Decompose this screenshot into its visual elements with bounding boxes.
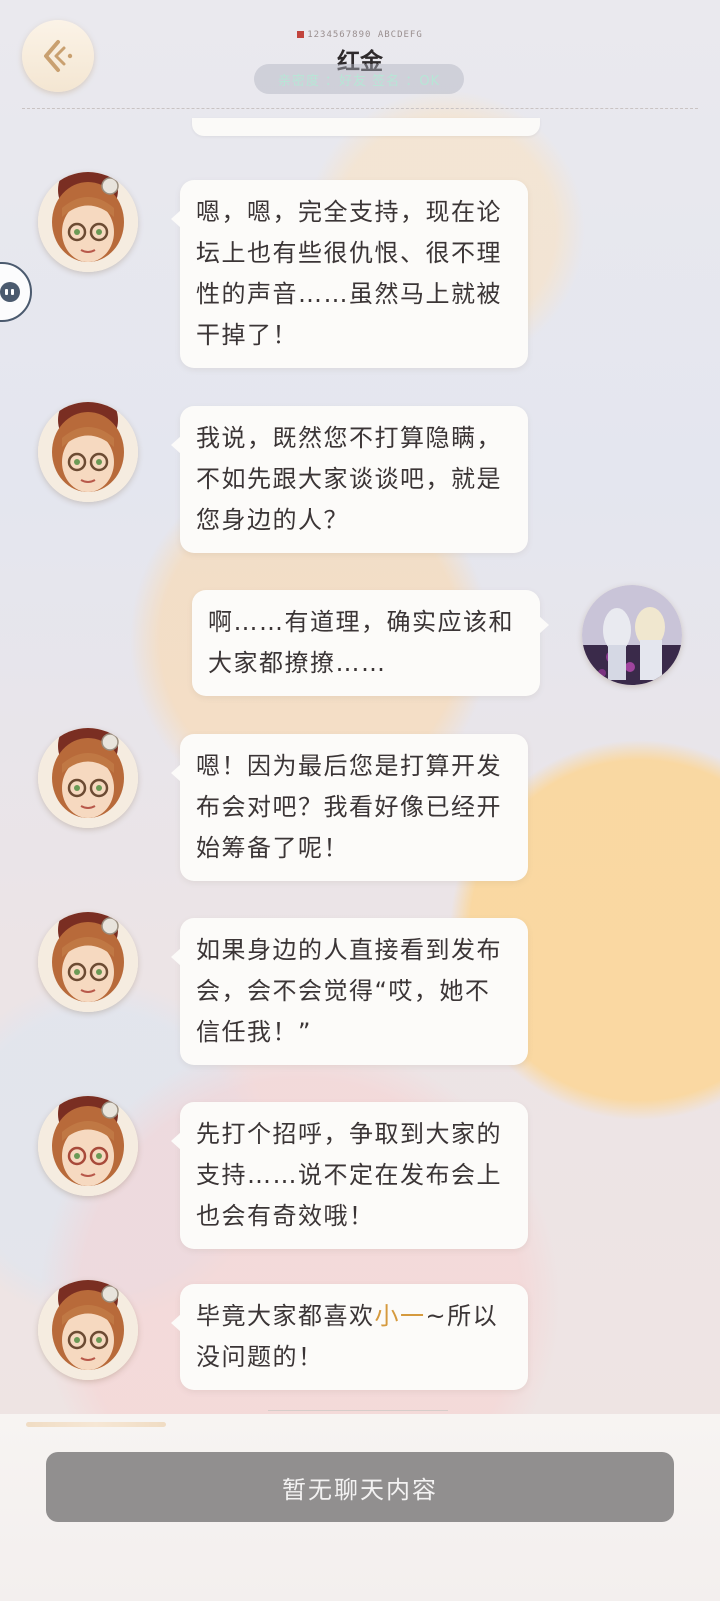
chat-end-divider <box>268 1410 448 1411</box>
contact-avatar[interactable] <box>38 912 138 1012</box>
girl-with-glasses-avatar <box>38 402 138 502</box>
message-bubble: 先打个招呼，争取到大家的支持……说不定在发布会上也会有奇效哦！ <box>171 1102 528 1249</box>
bottom-decoration <box>26 1422 166 1427</box>
girl-with-glasses-avatar <box>38 728 138 828</box>
girl-with-glasses-avatar <box>38 1280 138 1380</box>
title-decoration: 1234567890 ABCDEFG <box>0 30 720 42</box>
message-text: 先打个招呼，争取到大家的支持……说不定在发布会上也会有奇效哦！ <box>196 1120 502 1230</box>
message-text: 嗯！因为最后您是打算开发布会对吧？我看好像已经开始筹备了呢！ <box>196 752 502 862</box>
contact-avatar[interactable] <box>38 402 138 502</box>
contact-avatar[interactable] <box>38 728 138 828</box>
float-menu-icon <box>0 282 20 302</box>
previous-message-bubble <box>192 118 540 136</box>
contact-status: 亲密度 ：好友 签名 ：OK <box>254 64 464 94</box>
highlighted-name: 小一 <box>374 1302 426 1330</box>
message-bubble: 嗯！因为最后您是打算开发布会对吧？我看好像已经开始筹备了呢！ <box>171 734 528 881</box>
message-text: 我说，既然您不打算隐瞒，不如先跟大家谈谈吧，就是您身边的人？ <box>196 424 502 534</box>
chat-input-bar[interactable]: 暂无聊天内容 <box>46 1452 674 1522</box>
bottom-panel: 暂无聊天内容 <box>0 1414 720 1601</box>
message-text: 如果身边的人直接看到发布会，会不会觉得“哎，她不信任我！” <box>196 936 502 1046</box>
contact-avatar[interactable] <box>38 1096 138 1196</box>
message-text: 嗯，嗯，完全支持，现在论坛上也有些很仇恨、很不理性的声音……虽然马上就被干掉了！ <box>196 198 502 349</box>
player-avatar-icon <box>582 585 682 685</box>
girl-with-glasses-avatar <box>38 912 138 1012</box>
message-text-part: 毕竟大家都喜欢 <box>196 1302 375 1330</box>
contact-avatar[interactable] <box>38 1280 138 1380</box>
header-divider <box>22 108 698 109</box>
message-bubble: 如果身边的人直接看到发布会，会不会觉得“哎，她不信任我！” <box>171 918 528 1065</box>
message-bubble: 我说，既然您不打算隐瞒，不如先跟大家谈谈吧，就是您身边的人？ <box>171 406 528 553</box>
floating-menu-handle[interactable] <box>0 262 32 322</box>
message-bubble: 嗯，嗯，完全支持，现在论坛上也有些很仇恨、很不理性的声音……虽然马上就被干掉了！ <box>171 180 528 368</box>
girl-with-glasses-avatar <box>38 172 138 272</box>
girl-with-glasses-avatar <box>38 1096 138 1196</box>
contact-avatar[interactable] <box>38 172 138 272</box>
message-text: 啊……有道理，确实应该和大家都撩撩…… <box>208 608 514 677</box>
chat-header: 1234567890 ABCDEFG 红金 亲密度 ：好友 签名 ：OK <box>0 0 720 110</box>
message-bubble: 毕竟大家都喜欢小一~所以没问题的！ <box>171 1284 528 1390</box>
empty-chat-label: 暂无聊天内容 <box>282 1475 438 1504</box>
message-bubble-self: 啊……有道理，确实应该和大家都撩撩…… <box>192 590 549 696</box>
player-avatar[interactable] <box>582 585 682 685</box>
